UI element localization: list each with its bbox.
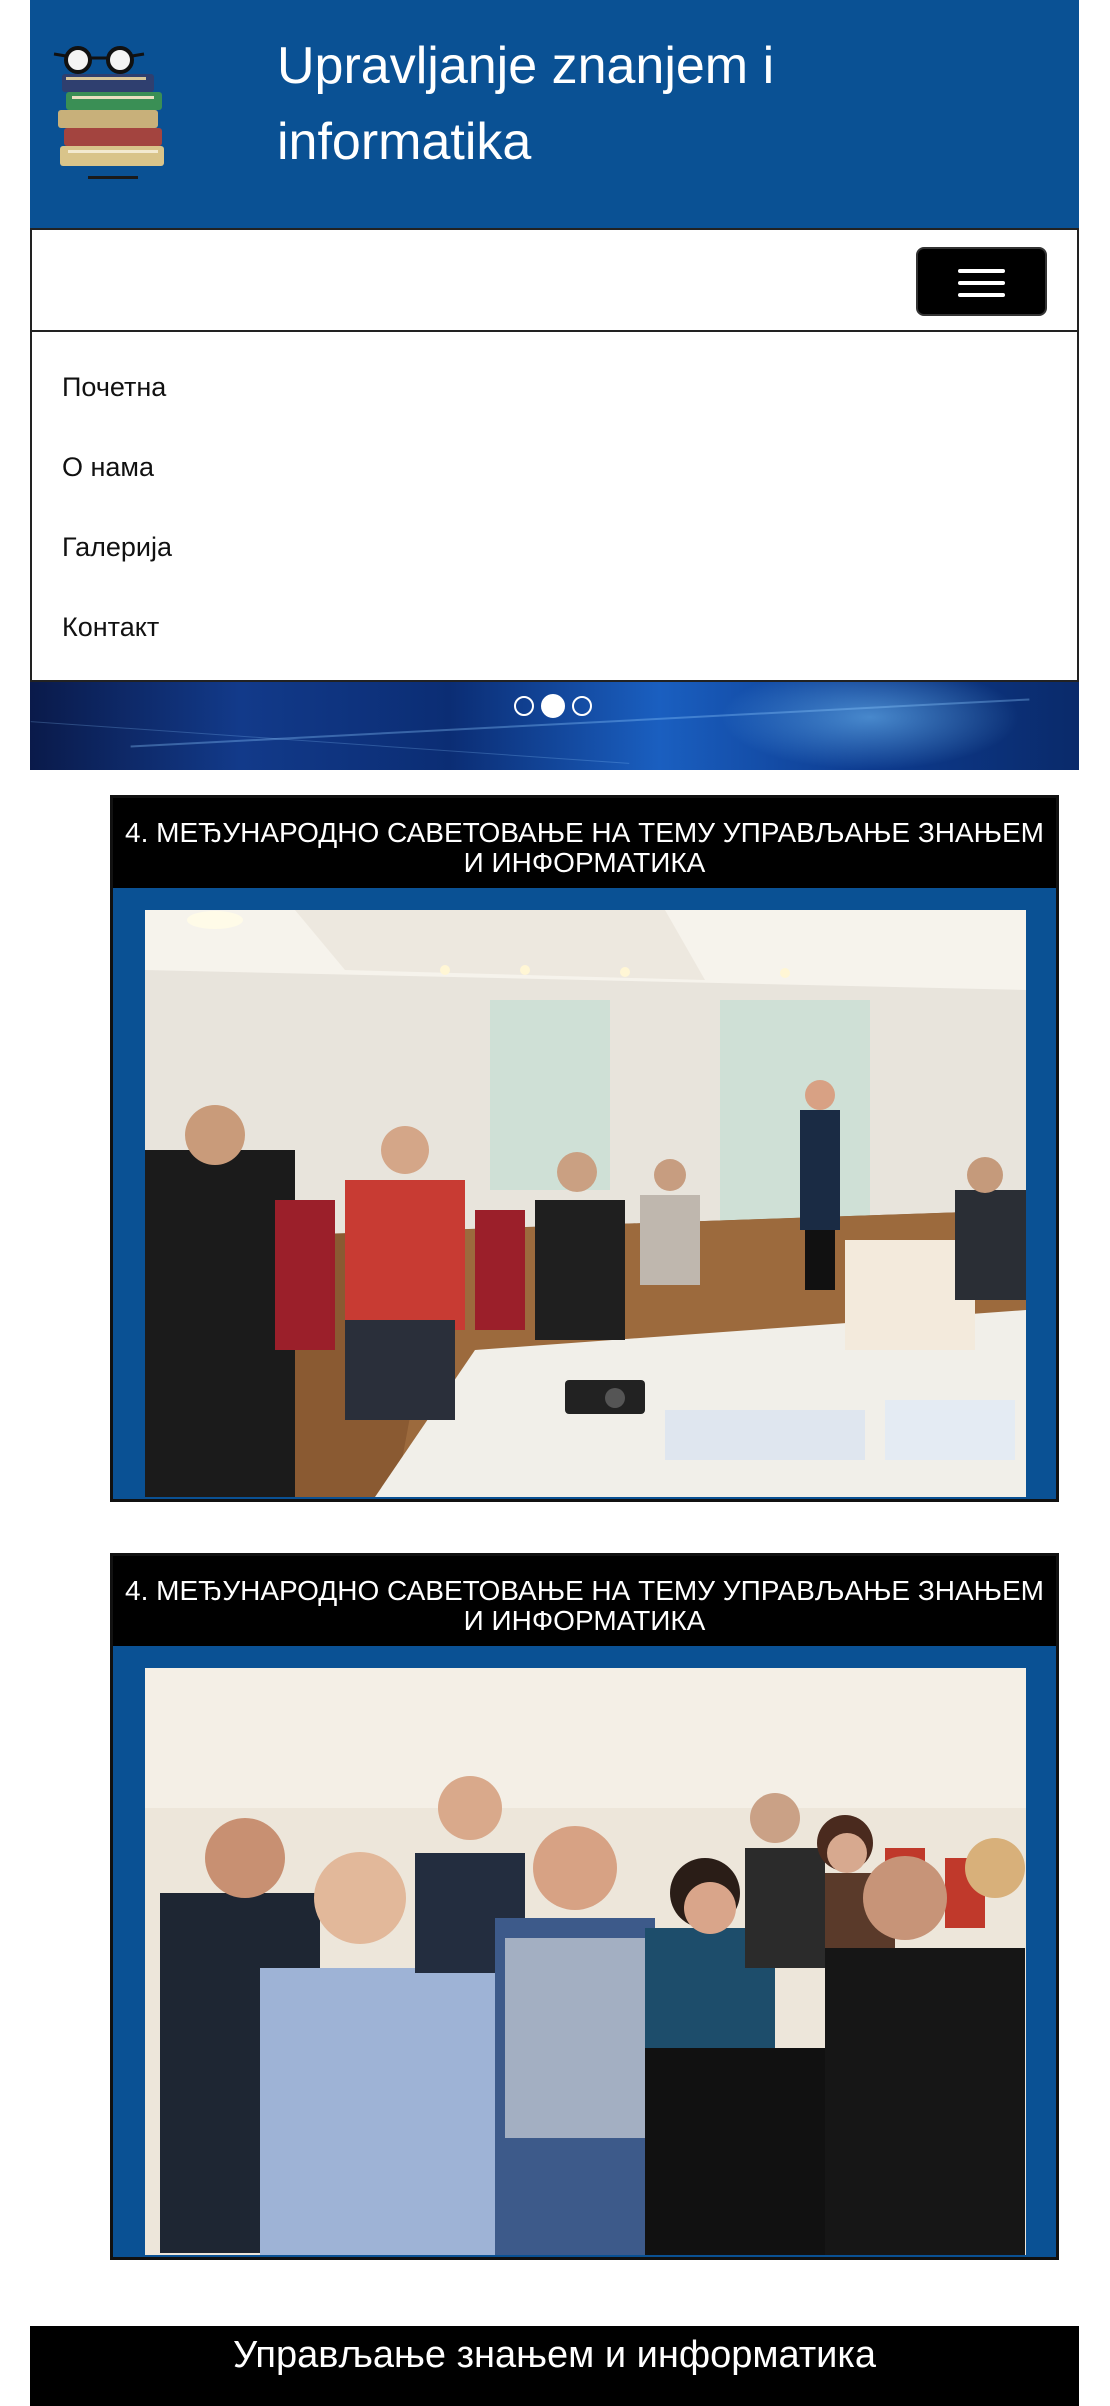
slider-dot-1[interactable] xyxy=(514,696,534,716)
conference-photo[interactable] xyxy=(145,1668,1026,2255)
site-header: Upravljanje znanjem i informatika xyxy=(30,0,1079,228)
slider-glow xyxy=(720,682,1020,770)
nav-menu: Почетна О нама Галерија Контакт xyxy=(30,330,1079,682)
news-card: 4. МЕЂУНАРОДНО САВЕТОВАЊЕ НА ТЕМУ УПРАВЉ… xyxy=(110,1553,1059,2260)
card-title[interactable]: 4. МЕЂУНАРОДНО САВЕТОВАЊЕ НА ТЕМУ УПРАВЉ… xyxy=(113,798,1056,888)
site-title: Upravljanje znanjem i informatika xyxy=(277,37,775,171)
slider-dot-2[interactable] xyxy=(541,694,565,718)
conference-photo[interactable] xyxy=(145,910,1026,1497)
site-footer: Управљање знањем и информатика xyxy=(30,2326,1079,2406)
nav-item-home[interactable]: Почетна xyxy=(62,372,166,403)
card-title[interactable]: 4. МЕЂУНАРОДНО САВЕТОВАЊЕ НА ТЕМУ УПРАВЉ… xyxy=(113,1556,1056,1646)
hamburger-menu-icon[interactable] xyxy=(916,247,1047,316)
slider-dots xyxy=(514,694,592,718)
slider-dot-3[interactable] xyxy=(572,696,592,716)
slider-line xyxy=(30,721,630,764)
books-with-glasses-icon[interactable] xyxy=(48,46,188,191)
hero-slider xyxy=(30,682,1079,770)
nav-item-contact[interactable]: Контакт xyxy=(62,612,159,643)
news-card: 4. МЕЂУНАРОДНО САВЕТОВАЊЕ НА ТЕМУ УПРАВЉ… xyxy=(110,795,1059,1502)
nav-item-gallery[interactable]: Галерија xyxy=(62,532,172,563)
nav-item-about[interactable]: О нама xyxy=(62,452,154,483)
navbar xyxy=(30,228,1079,332)
